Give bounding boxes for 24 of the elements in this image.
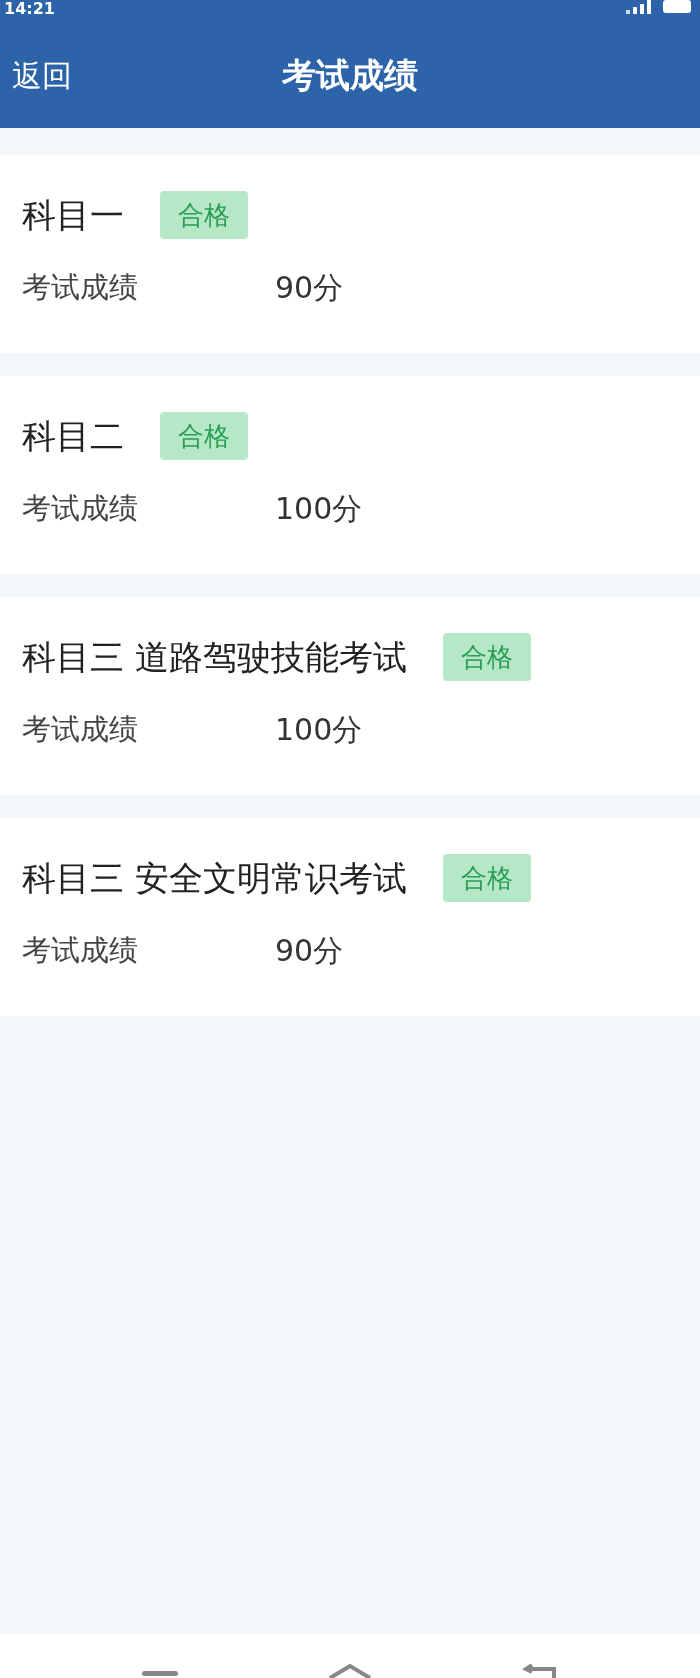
score-label: 考试成绩	[22, 489, 139, 527]
score-value: 100分	[275, 711, 363, 749]
score-label: 考试成绩	[22, 268, 139, 306]
subject-title: 科目一	[22, 194, 124, 237]
status-time: 14:21	[4, 0, 55, 18]
menu-icon[interactable]	[142, 1671, 178, 1677]
page-title: 考试成绩	[282, 53, 418, 97]
subject-title: 科目三 安全文明常识考试	[22, 857, 407, 900]
score-value: 90分	[275, 269, 344, 307]
status-tag: 合格	[160, 412, 248, 460]
home-icon[interactable]	[328, 1664, 372, 1678]
battery-icon	[662, 0, 692, 14]
subject-title: 科目二	[22, 415, 124, 458]
status-tag: 合格	[160, 191, 248, 239]
score-label: 考试成绩	[22, 931, 139, 969]
back-button[interactable]: 返回	[12, 52, 72, 98]
status-tag: 合格	[442, 633, 531, 681]
score-label: 考试成绩	[22, 710, 139, 748]
signal-icon	[626, 0, 654, 14]
score-value: 90分	[275, 932, 344, 970]
back-icon[interactable]	[522, 1664, 558, 1678]
status-tag: 合格	[442, 854, 531, 902]
score-value: 100分	[275, 490, 363, 528]
subject-title: 科目三 道路驾驶技能考试	[22, 636, 407, 679]
